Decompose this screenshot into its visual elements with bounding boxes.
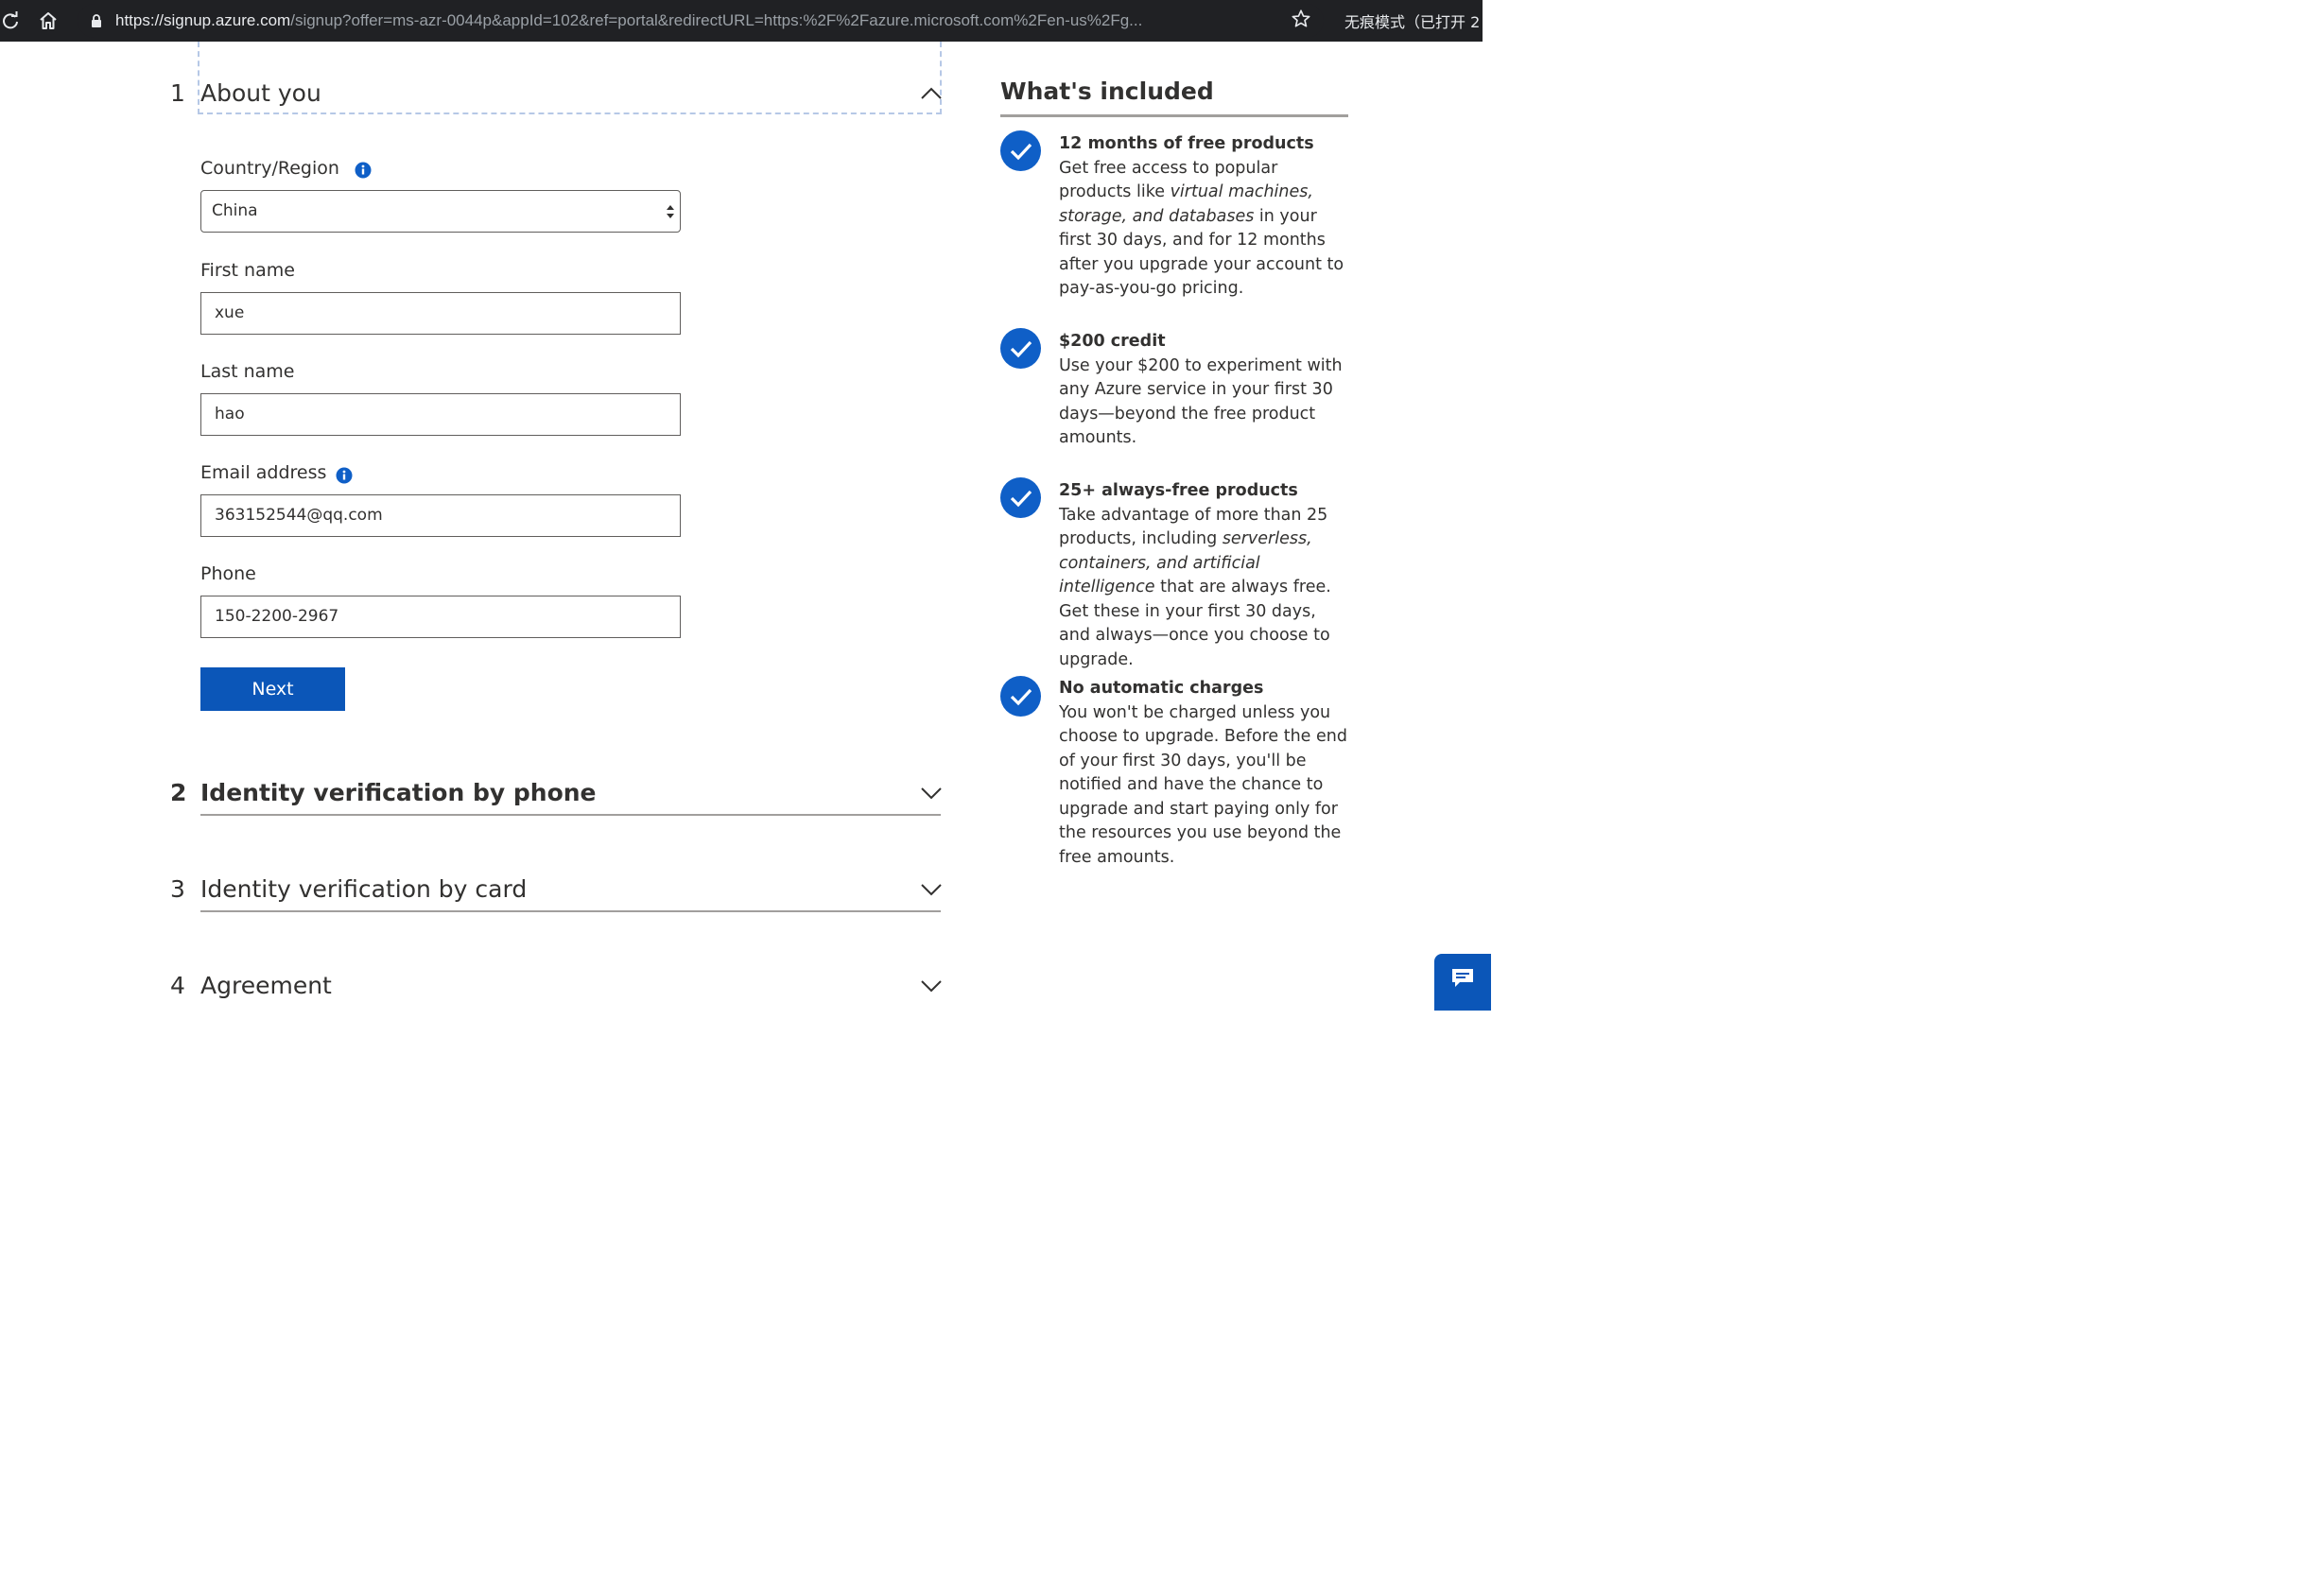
chevron-down-icon[interactable] — [919, 977, 944, 994]
whats-included-title: What's included — [1000, 78, 1214, 105]
benefit-title: 12 months of free products — [1059, 134, 1314, 153]
step-2-number: 2 — [170, 779, 187, 806]
chevron-up-icon[interactable] — [919, 85, 944, 102]
country-select[interactable]: China — [200, 190, 681, 233]
chevron-down-icon[interactable] — [919, 881, 944, 898]
info-icon[interactable] — [355, 162, 372, 179]
whats-included-divider — [1000, 114, 1348, 117]
benefit-title: 25+ always-free products — [1059, 481, 1298, 500]
chat-icon — [1452, 969, 1473, 987]
benefit-title: $200 credit — [1059, 332, 1166, 351]
checkmark-icon — [1000, 477, 1041, 518]
chat-button[interactable] — [1434, 954, 1491, 1011]
home-icon[interactable] — [36, 9, 61, 33]
reload-icon[interactable] — [0, 9, 23, 33]
email-field[interactable]: 363152544@qq.com — [200, 494, 681, 537]
select-arrows-icon — [667, 205, 674, 218]
url-path: /signup?offer=ms-azr-0044p&appId=102&ref… — [290, 11, 1143, 29]
step-4-title[interactable]: Agreement — [200, 972, 332, 999]
last-name-field[interactable]: hao — [200, 393, 681, 436]
step-2-title[interactable]: Identity verification by phone — [200, 779, 597, 806]
checkmark-icon — [1000, 328, 1041, 369]
step-1-title[interactable]: About you — [200, 79, 321, 107]
benefit-text: Use your $200 to experiment with any Azu… — [1059, 355, 1343, 448]
benefit-item: $200 credit Use your $200 to experiment w… — [1059, 330, 1352, 451]
first-name-label: First name — [200, 260, 295, 281]
step-4-number: 4 — [170, 972, 185, 999]
incognito-indicator[interactable]: 无痕模式（已打开 2 — [1344, 9, 1496, 32]
first-name-field[interactable]: xue — [200, 292, 681, 335]
benefit-item: No automatic charges You won't be charged… — [1059, 677, 1352, 870]
benefit-title: No automatic charges — [1059, 679, 1264, 698]
browser-toolbar: https://signup.azure.com/signup?offer=ms… — [0, 0, 1483, 42]
info-icon[interactable] — [336, 467, 353, 484]
step-3-number: 3 — [170, 875, 185, 903]
checkmark-icon — [1000, 130, 1041, 171]
step-3-divider — [200, 910, 941, 912]
phone-field[interactable]: 150-2200-2967 — [200, 596, 681, 638]
lock-icon — [91, 14, 102, 32]
benefit-item: 12 months of free products Get free acces… — [1059, 132, 1352, 302]
last-name-label: Last name — [200, 361, 295, 382]
step-3-title[interactable]: Identity verification by card — [200, 875, 527, 903]
checkmark-icon — [1000, 676, 1041, 717]
address-bar[interactable]: https://signup.azure.com/signup?offer=ms… — [78, 4, 1324, 38]
url-text: https://signup.azure.com/signup?offer=ms… — [115, 11, 1288, 32]
bookmark-star-icon[interactable] — [1291, 9, 1311, 33]
next-button[interactable]: Next — [200, 667, 345, 711]
country-select-value: China — [212, 201, 258, 220]
benefit-item: 25+ always-free products Take advantage o… — [1059, 479, 1352, 672]
step-1-number: 1 — [170, 79, 185, 107]
country-label: Country/Region — [200, 158, 339, 179]
chevron-down-icon[interactable] — [919, 785, 944, 802]
benefit-text: You won't be charged unless you choose t… — [1059, 702, 1347, 867]
phone-label: Phone — [200, 563, 256, 584]
step-2-divider — [200, 814, 941, 816]
url-host: https://signup.azure.com — [115, 11, 291, 29]
email-label: Email address — [200, 462, 327, 483]
